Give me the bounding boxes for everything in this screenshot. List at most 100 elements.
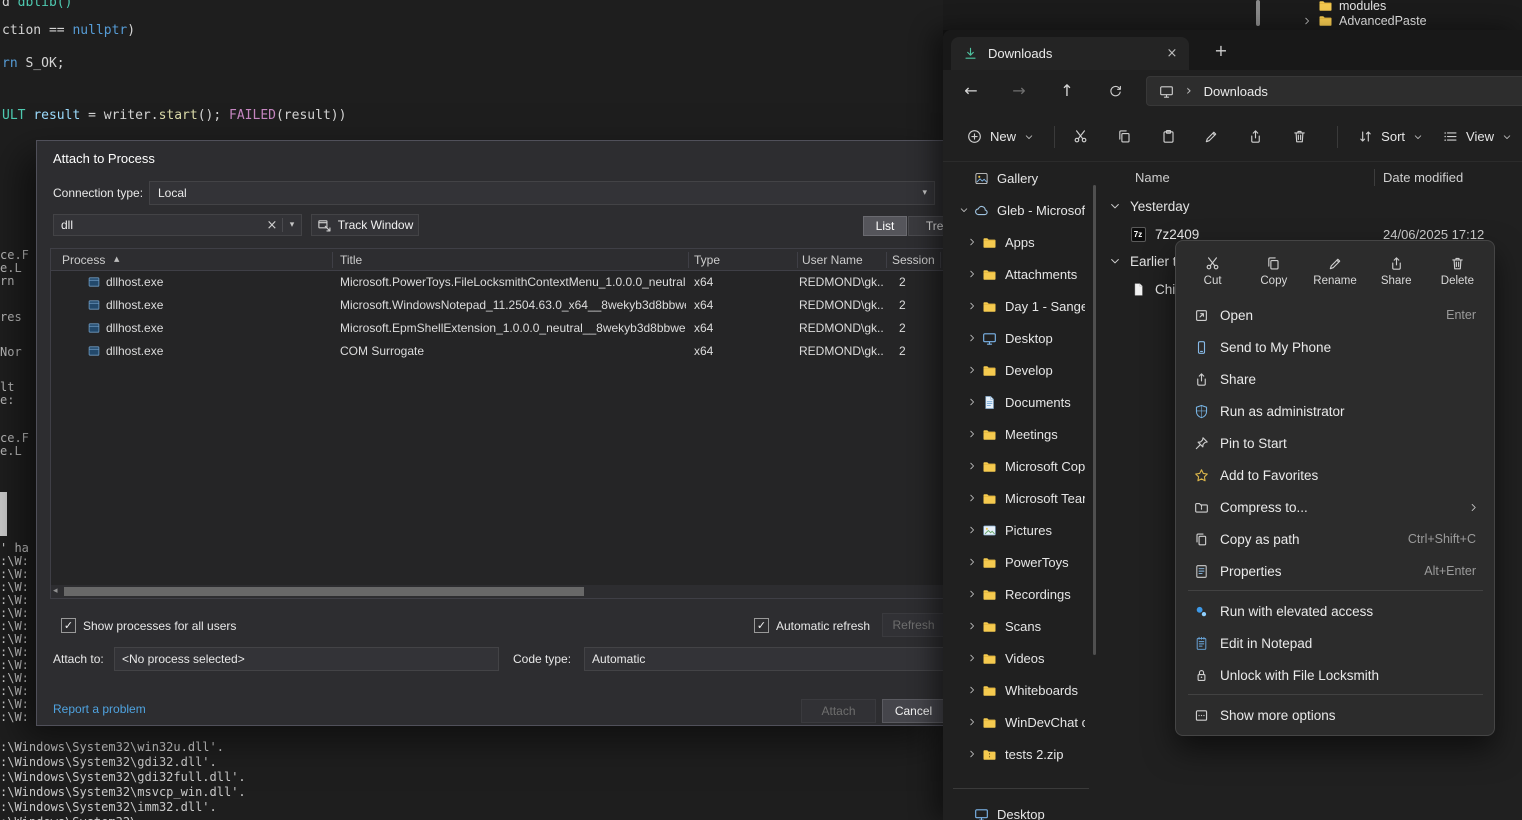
- forward-icon[interactable]: →: [1002, 75, 1036, 107]
- back-icon[interactable]: ←: [954, 75, 988, 107]
- chev-right-icon: [965, 269, 979, 279]
- sidebar-item-apps[interactable]: Apps: [951, 227, 1085, 257]
- sidebar-item-scans[interactable]: Scans: [951, 611, 1085, 641]
- column-name[interactable]: Name: [1135, 170, 1170, 185]
- sidebar-item-windevchat-c[interactable]: WinDevChat c: [951, 707, 1085, 737]
- sidebar-item-recordings[interactable]: Recordings: [951, 579, 1085, 609]
- sidebar-item-microsoft-cop[interactable]: Microsoft Cop: [951, 451, 1085, 481]
- table-row[interactable]: dllhost.exeMicrosoft.PowerToys.FileLocks…: [51, 271, 943, 294]
- sidebar-item-gallery[interactable]: Gallery: [951, 163, 1085, 193]
- properties-icon: [1193, 564, 1209, 579]
- menu-item-send-to-my-phone[interactable]: Send to My Phone: [1181, 331, 1490, 363]
- menu-item-label: Add to Favorites: [1220, 468, 1318, 483]
- chevron-down-icon[interactable]: ▾: [283, 221, 301, 230]
- table-row[interactable]: dllhost.exeMicrosoft.EpmShellExtension_1…: [51, 317, 943, 340]
- menu-item-run-as-administrator[interactable]: Run as administrator: [1181, 395, 1490, 427]
- scrollbar-thumb[interactable]: [64, 587, 584, 596]
- quick-action-share[interactable]: Share: [1366, 246, 1427, 296]
- menu-item-open[interactable]: OpenEnter: [1181, 299, 1490, 331]
- list-view-button[interactable]: List: [863, 216, 907, 236]
- paste-icon[interactable]: [1152, 121, 1184, 153]
- view-button[interactable]: View: [1433, 121, 1522, 153]
- sidebar-item-microsoft-tear[interactable]: Microsoft Tear: [951, 483, 1085, 513]
- cancel-button[interactable]: Cancel: [882, 699, 943, 723]
- menu-item-run-with-elevated-access[interactable]: Run with elevated access: [1181, 595, 1490, 627]
- sidebar-item-whiteboards[interactable]: Whiteboards: [951, 675, 1085, 705]
- column-divider: [688, 252, 689, 268]
- column-header-user-name[interactable]: User Name: [802, 253, 863, 267]
- code-type-input[interactable]: Automatic: [584, 647, 943, 671]
- column-header-type[interactable]: Type: [694, 253, 720, 267]
- connection-type-dropdown[interactable]: Local ▾: [149, 181, 935, 205]
- menu-item-show-more-options[interactable]: Show more options: [1181, 699, 1490, 731]
- sidebar-item-pictures[interactable]: Pictures: [951, 515, 1085, 545]
- show-all-users-checkbox[interactable]: ✓: [61, 618, 76, 633]
- sidebar-item-meetings[interactable]: Meetings: [951, 419, 1085, 449]
- process-filter-input[interactable]: dll × ▾: [53, 214, 302, 236]
- refresh-button[interactable]: Refresh: [882, 613, 943, 637]
- attach-to-input[interactable]: <No process selected>: [114, 647, 499, 671]
- address-bar[interactable]: › Downloads: [1146, 76, 1522, 106]
- column-header-title[interactable]: Title: [340, 253, 362, 267]
- menu-item-add-to-favorites[interactable]: Add to Favorites: [1181, 459, 1490, 491]
- sort-button[interactable]: Sort: [1348, 121, 1433, 153]
- sidebar-item-attachments[interactable]: Attachments: [951, 259, 1085, 289]
- menu-item-unlock-with-file-locksmith[interactable]: Unlock with File Locksmith: [1181, 659, 1490, 691]
- scrollbar-thumb[interactable]: [1256, 0, 1260, 26]
- menu-item-share[interactable]: Share: [1181, 363, 1490, 395]
- scroll-left-icon[interactable]: ◂: [53, 587, 58, 596]
- attach-button[interactable]: Attach: [801, 699, 876, 723]
- clear-filter-icon[interactable]: ×: [262, 219, 282, 232]
- quick-action-delete[interactable]: Delete: [1427, 246, 1488, 296]
- close-tab-icon[interactable]: ×: [1161, 43, 1183, 65]
- column-header-process[interactable]: Process: [62, 253, 105, 267]
- sidebar-item-gleb-microsoft[interactable]: Gleb - Microsoft: [951, 195, 1085, 225]
- sidebar-item-desktop[interactable]: Desktop: [951, 323, 1085, 353]
- connection-type-value: Local: [150, 186, 187, 200]
- menu-item-properties[interactable]: PropertiesAlt+Enter: [1181, 555, 1490, 587]
- view-label: View: [1466, 129, 1494, 144]
- sidebar-scrollbar[interactable]: [1093, 185, 1096, 655]
- share-icon[interactable]: [1240, 121, 1272, 153]
- copy-icon[interactable]: [1109, 121, 1141, 153]
- sidebar-item-desktop-pinned[interactable]: Desktop: [951, 799, 1085, 820]
- tab-downloads[interactable]: Downloads ×: [951, 37, 1189, 70]
- quick-action-cut[interactable]: Cut: [1182, 246, 1243, 296]
- track-window-button[interactable]: Track Window: [311, 214, 419, 236]
- menu-item-edit-in-notepad[interactable]: Edit in Notepad: [1181, 627, 1490, 659]
- tree-view-button[interactable]: Tree: [908, 216, 943, 236]
- menu-item-copy-as-path[interactable]: Copy as pathCtrl+Shift+C: [1181, 523, 1490, 555]
- sidebar-item-documents[interactable]: Documents: [951, 387, 1085, 417]
- column-date-modified[interactable]: Date modified: [1383, 170, 1463, 185]
- table-row[interactable]: dllhost.exeMicrosoft.WindowsNotepad_11.2…: [51, 294, 943, 317]
- sidebar-item-videos[interactable]: Videos: [951, 643, 1085, 673]
- sidebar-item-label: Documents: [1005, 395, 1085, 410]
- group-header-yesterday[interactable]: Yesterday: [1103, 193, 1515, 219]
- new-tab-icon[interactable]: +: [1209, 39, 1233, 63]
- horizontal-scrollbar[interactable]: ◂: [51, 585, 943, 598]
- table-row[interactable]: dllhost.exeCOM Surrogatex64REDMOND\gk...…: [51, 340, 943, 363]
- sidebar-item-develop[interactable]: Develop: [951, 355, 1085, 385]
- chev-right-icon: [965, 717, 979, 727]
- tree-item-advancedpaste[interactable]: AdvancedPaste: [1302, 12, 1427, 29]
- automatic-refresh-checkbox[interactable]: ✓: [754, 618, 769, 633]
- menu-item-pin-to-start[interactable]: Pin to Start: [1181, 427, 1490, 459]
- refresh-icon[interactable]: [1098, 75, 1132, 107]
- sidebar-item-tests-2-zip[interactable]: tests 2.zip: [951, 739, 1085, 769]
- column-divider[interactable]: [1374, 169, 1375, 186]
- delete-icon[interactable]: [1284, 121, 1316, 153]
- quick-action-rename[interactable]: Rename: [1304, 246, 1365, 296]
- column-header-session[interactable]: Session: [892, 253, 935, 267]
- menu-item-compress-to[interactable]: Compress to...: [1181, 491, 1490, 523]
- cut-icon[interactable]: [1065, 121, 1097, 153]
- new-button[interactable]: New: [957, 121, 1044, 153]
- folder-icon: [981, 619, 998, 634]
- sidebar-item-powertoys[interactable]: PowerToys: [951, 547, 1085, 577]
- sidebar-item-day-1-sangee[interactable]: Day 1 - Sangee: [951, 291, 1085, 321]
- rename-icon[interactable]: [1196, 121, 1228, 153]
- chev-right-icon: [965, 301, 979, 311]
- visual-studio-window: d dblib()ction == nullptr)rn S_OK;ULT re…: [0, 0, 943, 820]
- up-icon[interactable]: ↑: [1050, 75, 1084, 107]
- quick-action-copy[interactable]: Copy: [1243, 246, 1304, 296]
- report-problem-link[interactable]: Report a problem: [53, 702, 146, 716]
